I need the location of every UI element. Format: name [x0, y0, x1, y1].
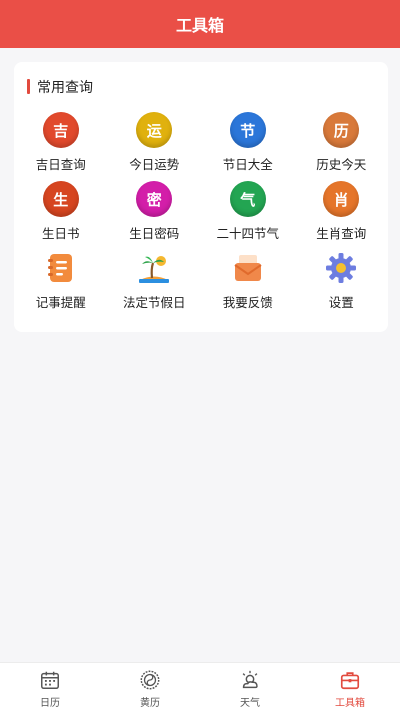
tab-weather[interactable]: 天气: [200, 663, 300, 711]
gear-icon: [323, 250, 359, 286]
tool-settings[interactable]: 设置: [295, 248, 389, 317]
tab-label: 日历: [40, 698, 60, 709]
almanac-icon: [140, 670, 160, 690]
tool-label: 记事提醒: [35, 295, 86, 310]
tool-zodiac[interactable]: 肖 生肖查询: [295, 179, 389, 248]
tab-label: 黄历: [140, 698, 160, 709]
birthday-code-icon: 密: [136, 181, 173, 217]
tool-label: 今日运势: [129, 157, 180, 172]
page-title: 工具箱: [175, 16, 224, 35]
festival-icon: 节: [229, 112, 266, 148]
tool-fortune[interactable]: 运 今日运势: [108, 110, 202, 179]
tool-solar-terms[interactable]: 气 二十四节气: [201, 179, 295, 248]
tool-label: 法定节假日: [122, 295, 186, 310]
tool-feedback[interactable]: 我要反馈: [201, 248, 295, 317]
app-root: 工具箱 常用查询 吉 吉日查询 运 今日运势 节 节日大全 历 历史今天 生 生…: [0, 0, 400, 711]
tool-festival[interactable]: 节 节日大全: [201, 110, 295, 179]
feedback-mail-icon: [230, 250, 266, 286]
tool-label: 吉日查询: [35, 157, 86, 172]
tool-birthday-code[interactable]: 密 生日密码: [108, 179, 202, 248]
tool-label: 生日书: [41, 226, 80, 241]
toolbox-icon: [340, 672, 360, 690]
tool-label: 设置: [328, 295, 354, 310]
calendar-icon: [41, 671, 59, 689]
palm-beach-icon: [136, 250, 172, 286]
tool-label: 历史今天: [316, 157, 367, 172]
history-icon: 历: [323, 112, 360, 148]
tool-label: 生日密码: [129, 226, 180, 241]
header: 工具箱: [0, 0, 400, 48]
tool-grid: 吉 吉日查询 运 今日运势 节 节日大全 历 历史今天 生 生日书 密 生日密码…: [14, 110, 388, 317]
fortune-icon: 运: [136, 112, 173, 148]
section-title-bar: [27, 79, 30, 94]
tool-history[interactable]: 历 历史今天: [295, 110, 389, 179]
tool-lucky-day[interactable]: 吉 吉日查询: [14, 110, 108, 179]
lucky-day-icon: 吉: [42, 112, 79, 148]
tab-toolbox[interactable]: 工具箱: [300, 663, 400, 711]
tool-public-holidays[interactable]: 法定节假日: [108, 248, 202, 317]
weather-icon: [242, 670, 258, 689]
tool-label: 节日大全: [222, 157, 273, 172]
tab-almanac[interactable]: 黄历: [100, 663, 200, 711]
tool-notes-reminder[interactable]: 记事提醒: [14, 248, 108, 317]
tool-label: 我要反馈: [222, 295, 273, 310]
notepad-icon: [43, 250, 79, 286]
section-title: 常用查询: [27, 78, 93, 96]
tool-birthday-book[interactable]: 生 生日书: [14, 179, 108, 248]
tab-label: 工具箱: [335, 698, 365, 709]
tool-label: 二十四节气: [216, 226, 279, 241]
solar-terms-icon: 气: [229, 181, 266, 217]
zodiac-icon: 肖: [323, 181, 360, 217]
common-query-card: 常用查询 吉 吉日查询 运 今日运势 节 节日大全 历 历史今天 生 生日书 密…: [14, 62, 388, 332]
bottom-tab-bar: 日历 黄历 天气 工具箱: [0, 662, 400, 711]
tab-calendar[interactable]: 日历: [0, 663, 100, 711]
section-title-text: 常用查询: [37, 79, 93, 96]
tool-label: 生肖查询: [316, 226, 367, 241]
tab-label: 天气: [240, 698, 260, 709]
birthday-book-icon: 生: [42, 181, 79, 217]
